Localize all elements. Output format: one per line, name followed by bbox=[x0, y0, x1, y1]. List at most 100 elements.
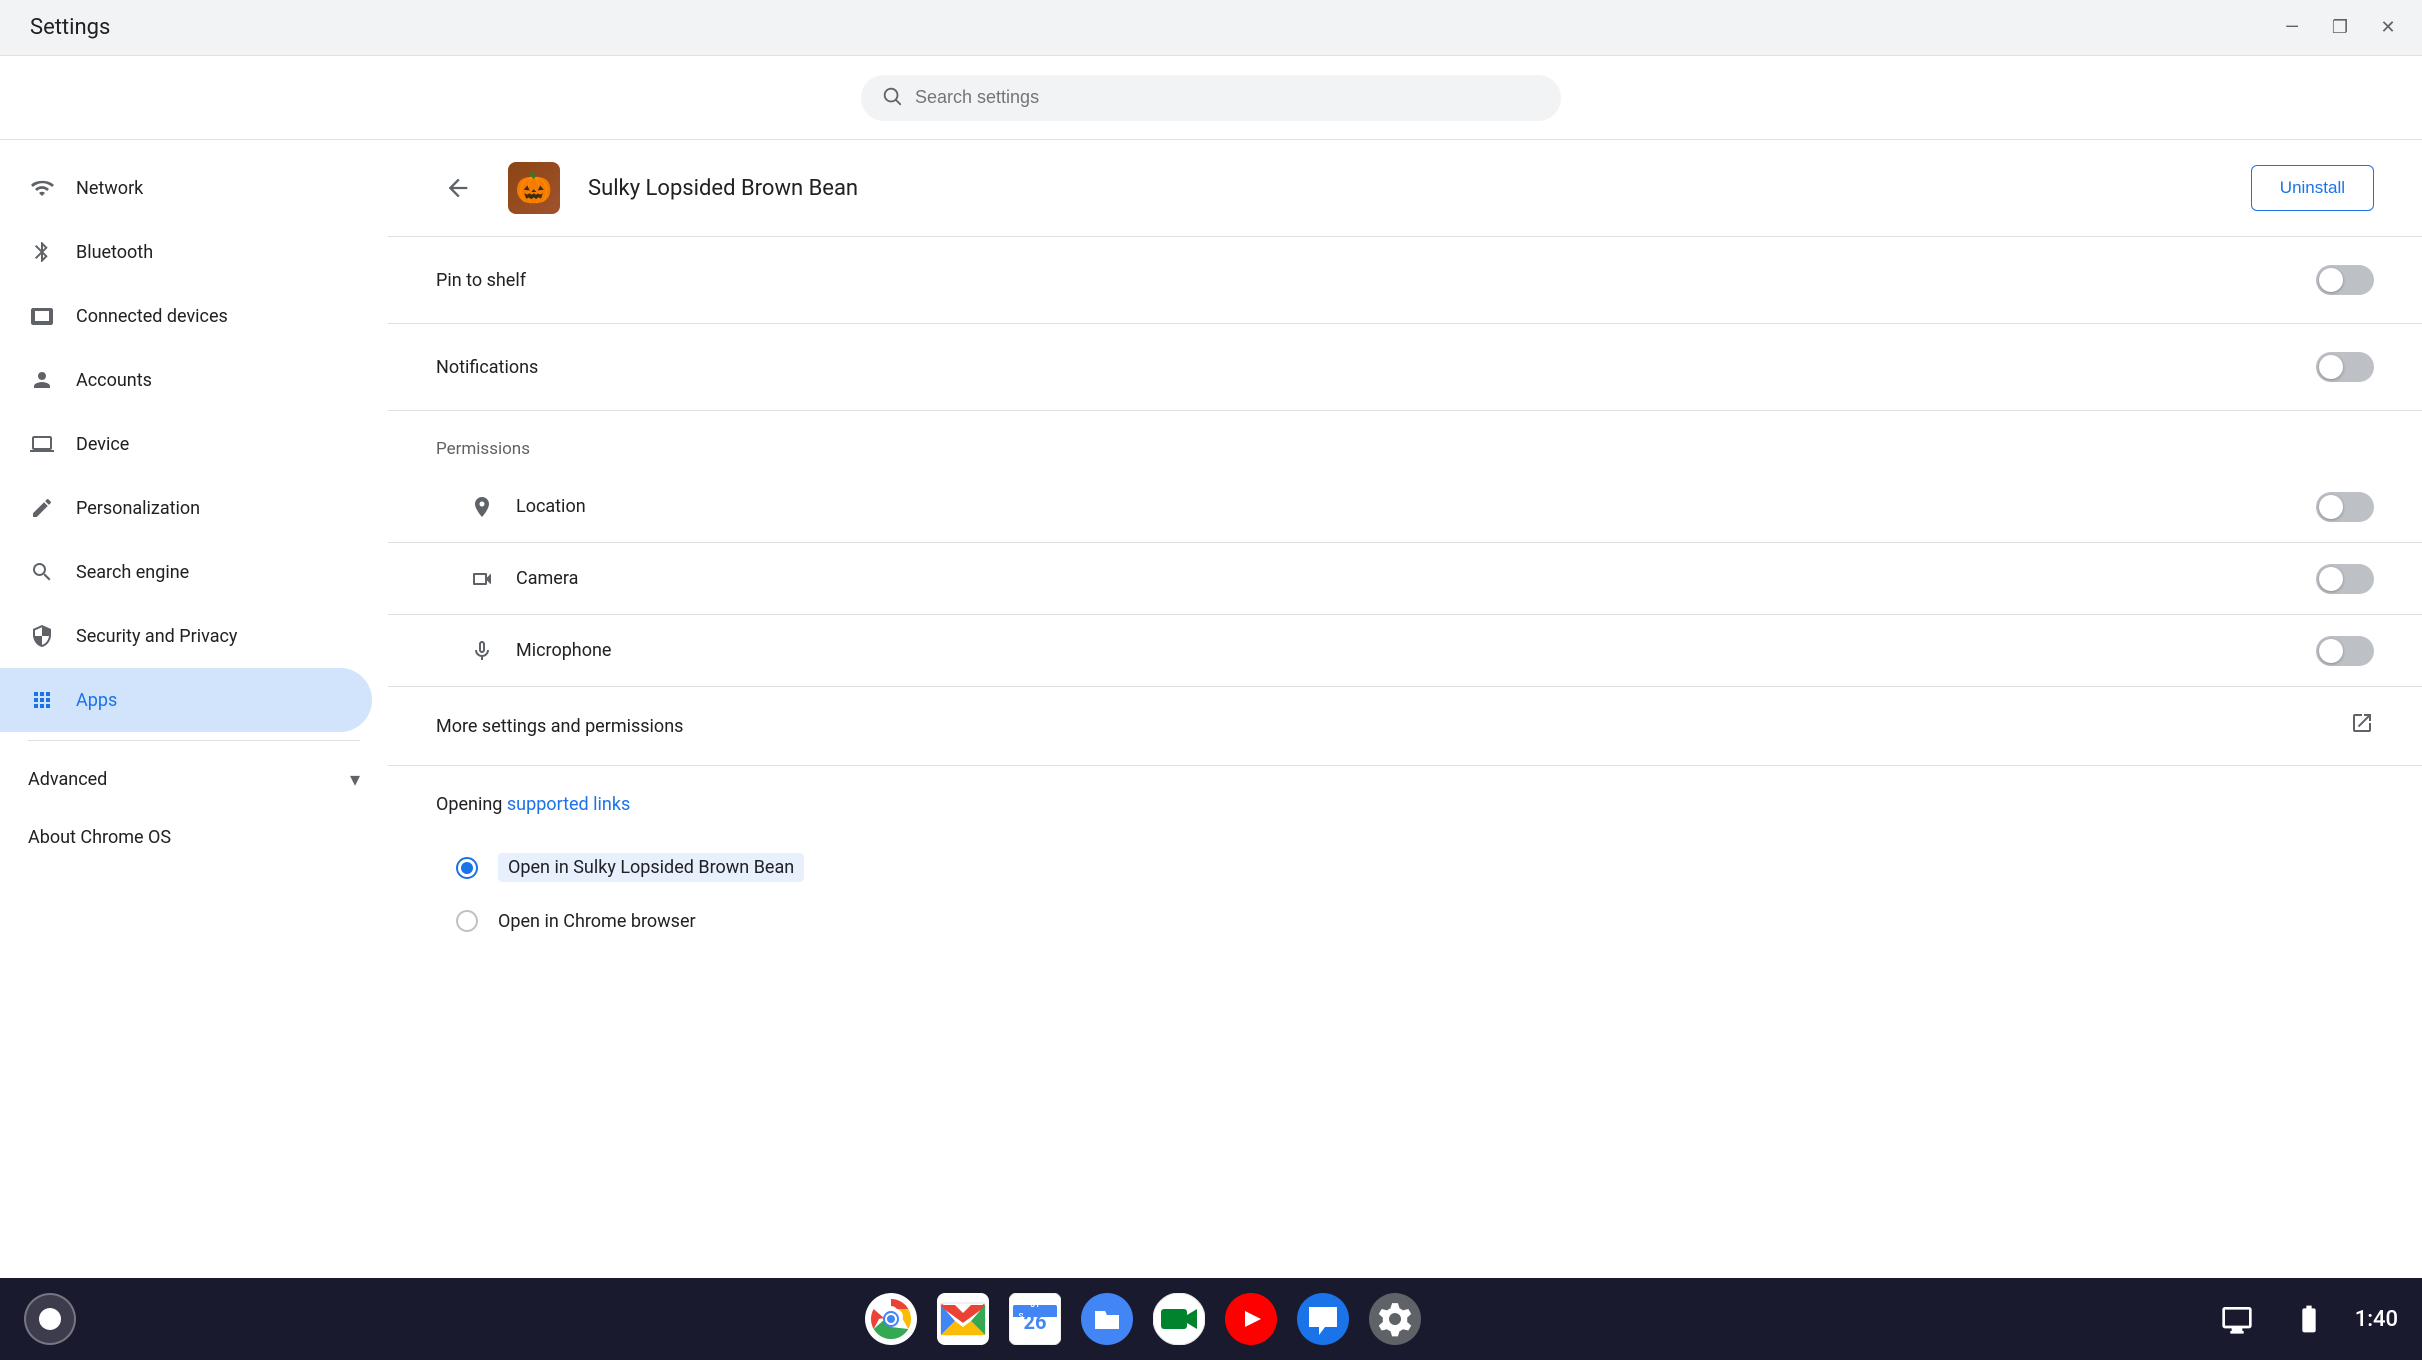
sidebar-item-search-engine[interactable]: Search engine bbox=[0, 540, 372, 604]
open-in-chrome-label: Open in Chrome browser bbox=[498, 911, 696, 932]
camera-label: Camera bbox=[516, 568, 578, 589]
wifi-icon bbox=[28, 174, 56, 202]
grid-icon bbox=[28, 686, 56, 714]
back-button[interactable] bbox=[436, 166, 480, 210]
sidebar-item-network[interactable]: Network bbox=[0, 156, 372, 220]
sidebar-item-connected-devices-label: Connected devices bbox=[76, 306, 228, 327]
sidebar-item-advanced[interactable]: Advanced ▾ bbox=[0, 749, 388, 809]
pin-to-shelf-row: Pin to shelf bbox=[388, 237, 2422, 324]
svg-text:26: 26 bbox=[1024, 1310, 1047, 1334]
tablet-icon bbox=[28, 302, 56, 330]
open-in-app-radio[interactable] bbox=[456, 857, 478, 879]
notifications-row: Notifications bbox=[388, 324, 2422, 411]
search-bar bbox=[861, 75, 1561, 121]
sidebar-item-bluetooth[interactable]: Bluetooth bbox=[0, 220, 372, 284]
location-row: Location bbox=[388, 471, 2422, 543]
svg-text:S: S bbox=[1019, 1312, 1024, 1321]
sidebar-item-bluetooth-label: Bluetooth bbox=[76, 242, 153, 263]
sidebar-item-device[interactable]: Device bbox=[0, 412, 372, 476]
open-in-chrome-radio[interactable] bbox=[456, 910, 478, 932]
taskbar-center: 31 26 S S bbox=[861, 1289, 1425, 1349]
close-button[interactable]: ✕ bbox=[2374, 14, 2402, 42]
location-left: Location bbox=[468, 493, 586, 521]
open-in-app-option[interactable]: Open in Sulky Lopsided Brown Bean bbox=[436, 839, 2374, 896]
sidebar-item-device-label: Device bbox=[76, 434, 129, 455]
sidebar-item-network-label: Network bbox=[76, 178, 143, 199]
sidebar-item-personalization-label: Personalization bbox=[76, 498, 200, 519]
taskbar-app-settings[interactable] bbox=[1365, 1289, 1425, 1349]
sidebar-divider bbox=[28, 740, 360, 741]
sidebar-item-apps[interactable]: Apps bbox=[0, 668, 372, 732]
permissions-label: Permissions bbox=[436, 439, 530, 459]
taskbar-app-chat[interactable] bbox=[1293, 1289, 1353, 1349]
microphone-icon bbox=[468, 637, 496, 665]
external-link-icon bbox=[2350, 711, 2374, 741]
title-bar: Settings — ❐ ✕ bbox=[0, 0, 2422, 56]
sidebar: Network Bluetooth Connected devices bbox=[0, 140, 388, 1278]
location-toggle[interactable] bbox=[2316, 492, 2374, 522]
sidebar-item-security-privacy-label: Security and Privacy bbox=[76, 626, 237, 647]
advanced-chevron-icon: ▾ bbox=[350, 767, 360, 791]
sidebar-item-about-label: About Chrome OS bbox=[28, 827, 171, 848]
content-area: 🎃 Sulky Lopsided Brown Bean Uninstall Pi… bbox=[388, 140, 2422, 1278]
microphone-row: Microphone bbox=[388, 615, 2422, 687]
advanced-label: Advanced bbox=[28, 769, 342, 790]
display-icon[interactable] bbox=[2211, 1293, 2263, 1345]
more-settings-row[interactable]: More settings and permissions bbox=[388, 687, 2422, 766]
search-input[interactable] bbox=[915, 87, 1541, 108]
more-settings-label: More settings and permissions bbox=[436, 716, 683, 737]
taskbar-app-youtube[interactable] bbox=[1221, 1289, 1281, 1349]
microphone-toggle[interactable] bbox=[2316, 636, 2374, 666]
pin-to-shelf-toggle[interactable] bbox=[2316, 265, 2374, 295]
launcher-button[interactable] bbox=[24, 1293, 76, 1345]
location-icon bbox=[468, 493, 496, 521]
camera-row: Camera bbox=[388, 543, 2422, 615]
notifications-label: Notifications bbox=[436, 357, 538, 378]
minimize-button[interactable]: — bbox=[2278, 14, 2306, 42]
opening-prefix: Opening bbox=[436, 794, 507, 815]
sidebar-item-connected-devices[interactable]: Connected devices bbox=[0, 284, 372, 348]
sidebar-item-accounts[interactable]: Accounts bbox=[0, 348, 372, 412]
sidebar-item-security-privacy[interactable]: Security and Privacy bbox=[0, 604, 372, 668]
edit-icon bbox=[28, 494, 56, 522]
pin-to-shelf-label: Pin to shelf bbox=[436, 270, 526, 291]
opening-links-section: Opening supported links Open in Sulky Lo… bbox=[388, 766, 2422, 974]
sidebar-item-personalization[interactable]: Personalization bbox=[0, 476, 372, 540]
window-title: Settings bbox=[20, 15, 110, 40]
time-display: 1:40 bbox=[2355, 1307, 2398, 1332]
open-in-app-label: Open in Sulky Lopsided Brown Bean bbox=[498, 853, 804, 882]
opening-label: Opening supported links bbox=[436, 794, 2374, 815]
camera-icon bbox=[468, 565, 496, 593]
taskbar-left bbox=[24, 1293, 76, 1345]
supported-links-link[interactable]: supported links bbox=[507, 794, 630, 815]
taskbar-app-meet[interactable] bbox=[1149, 1289, 1209, 1349]
microphone-label: Microphone bbox=[516, 640, 611, 661]
main-layout: Network Bluetooth Connected devices bbox=[0, 140, 2422, 1278]
open-in-chrome-option[interactable]: Open in Chrome browser bbox=[436, 896, 2374, 946]
taskbar-app-chrome[interactable] bbox=[861, 1289, 921, 1349]
battery-icon bbox=[2283, 1293, 2335, 1345]
sidebar-item-search-engine-label: Search engine bbox=[76, 562, 189, 583]
taskbar-app-calendar[interactable]: 31 26 S S bbox=[1005, 1289, 1065, 1349]
maximize-button[interactable]: ❐ bbox=[2326, 14, 2354, 42]
app-icon: 🎃 bbox=[508, 162, 560, 214]
permissions-header: Permissions bbox=[388, 411, 2422, 471]
sidebar-item-about-chrome-os[interactable]: About Chrome OS bbox=[0, 809, 372, 866]
location-label: Location bbox=[516, 496, 586, 517]
camera-left: Camera bbox=[468, 565, 578, 593]
uninstall-button[interactable]: Uninstall bbox=[2251, 165, 2374, 211]
search-nav-icon bbox=[28, 558, 56, 586]
camera-toggle[interactable] bbox=[2316, 564, 2374, 594]
sidebar-item-accounts-label: Accounts bbox=[76, 370, 152, 391]
shield-icon bbox=[28, 622, 56, 650]
taskbar-app-gmail[interactable] bbox=[933, 1289, 993, 1349]
taskbar-app-files[interactable] bbox=[1077, 1289, 1137, 1349]
time-text: 1:40 bbox=[2355, 1307, 2398, 1332]
svg-text:31: 31 bbox=[1031, 1300, 1040, 1309]
notifications-toggle[interactable] bbox=[2316, 352, 2374, 382]
laptop-icon bbox=[28, 430, 56, 458]
taskbar-right: 1:40 bbox=[2211, 1293, 2398, 1345]
sidebar-item-apps-label: Apps bbox=[76, 690, 117, 711]
window-controls: — ❐ ✕ bbox=[2278, 14, 2402, 42]
search-icon bbox=[881, 85, 903, 111]
